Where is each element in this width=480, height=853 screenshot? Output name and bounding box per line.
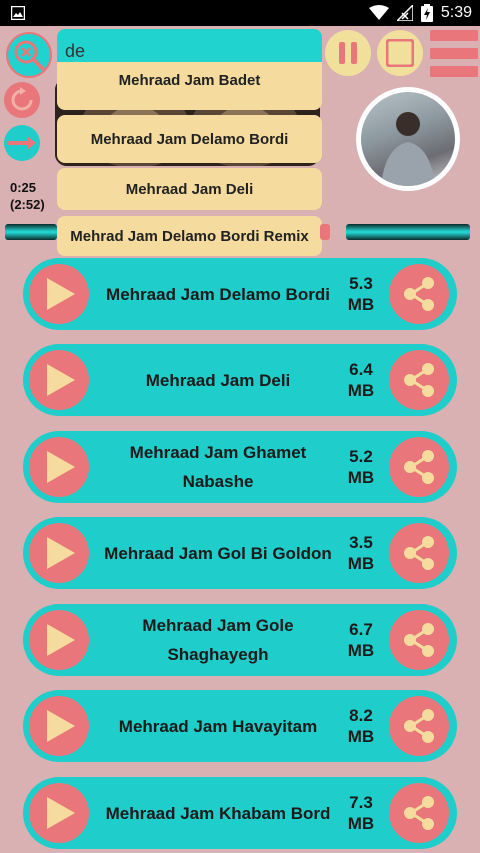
pause-button[interactable] bbox=[325, 30, 371, 76]
suggestion-label: Mehraad Jam Delamo Bordi bbox=[90, 130, 289, 148]
song-title: Mehraad Jam Gol Bi Goldon bbox=[104, 543, 332, 563]
suggestion-item[interactable]: Mehraad Jam Delamo Bordi bbox=[57, 115, 322, 163]
play-icon bbox=[47, 451, 75, 483]
song-row[interactable]: Mehraad Jam Deli 6.4 MB bbox=[23, 344, 457, 416]
seek-bar-segment[interactable] bbox=[346, 224, 470, 240]
play-icon bbox=[47, 710, 75, 742]
suggestion-label: Mehrad Jam Delamo Bordi Remix bbox=[70, 227, 309, 245]
clear-search-button[interactable] bbox=[6, 32, 52, 78]
suggestion-item[interactable]: Mehrad Jam Delamo Bordi Remix bbox=[57, 216, 322, 256]
seek-bar[interactable] bbox=[5, 224, 57, 240]
share-button[interactable] bbox=[389, 523, 449, 583]
shuffle-button[interactable] bbox=[4, 125, 40, 161]
play-button[interactable] bbox=[29, 350, 89, 410]
artist-avatar bbox=[356, 87, 460, 191]
current-time: 0:25 bbox=[10, 180, 37, 195]
share-button[interactable] bbox=[389, 610, 449, 670]
total-time: (2:52) bbox=[10, 197, 45, 212]
song-row[interactable]: Mehraad Jam Delamo Bordi 5.3 MB bbox=[23, 258, 457, 330]
play-button[interactable] bbox=[29, 437, 89, 497]
share-button[interactable] bbox=[389, 264, 449, 324]
song-row[interactable]: Mehraad Jam Gol Bi Goldon 3.5 MB bbox=[23, 517, 457, 589]
share-button[interactable] bbox=[389, 783, 449, 843]
play-icon bbox=[47, 278, 75, 310]
share-icon bbox=[404, 709, 434, 743]
signal-icon bbox=[396, 5, 413, 21]
status-bar: 5:39 bbox=[0, 0, 480, 26]
song-size: 6.4 MB bbox=[347, 360, 375, 400]
song-title: Mehraad Jam Deli bbox=[145, 370, 291, 390]
suggestion-item[interactable]: Mehraad Jam Badet bbox=[57, 62, 322, 110]
share-icon bbox=[404, 363, 434, 397]
shuffle-icon bbox=[7, 136, 36, 150]
play-button[interactable] bbox=[29, 610, 89, 670]
play-icon bbox=[47, 624, 75, 656]
repeat-button[interactable] bbox=[4, 82, 40, 118]
song-size: 5.2 MB bbox=[347, 447, 375, 487]
song-size: 7.3 MB bbox=[347, 793, 375, 833]
share-icon bbox=[404, 277, 434, 311]
share-icon bbox=[404, 536, 434, 570]
song-size: 5.3 MB bbox=[347, 274, 375, 314]
share-icon bbox=[404, 796, 434, 830]
song-row[interactable]: Mehraad Jam Gole Shaghayegh 6.7 MB bbox=[23, 604, 457, 676]
stop-icon bbox=[386, 39, 414, 67]
song-title: Mehraad Jam Havayitam bbox=[118, 716, 318, 736]
song-title: Mehraad Jam Gole Shaghayegh bbox=[142, 616, 294, 664]
song-row[interactable]: Mehraad Jam Khabam Bord 7.3 MB bbox=[23, 777, 457, 849]
share-icon bbox=[404, 623, 434, 657]
play-icon bbox=[47, 537, 75, 569]
repeat-icon bbox=[11, 87, 33, 111]
song-title: Mehraad Jam Ghamet Nabashe bbox=[129, 443, 307, 491]
song-size: 3.5 MB bbox=[347, 533, 375, 573]
share-button[interactable] bbox=[389, 437, 449, 497]
play-button[interactable] bbox=[29, 264, 89, 324]
stop-button[interactable] bbox=[377, 30, 423, 76]
suggestion-label: Mehraad Jam Badet bbox=[118, 72, 261, 89]
seek-bar-segment[interactable] bbox=[320, 224, 330, 240]
share-icon bbox=[404, 450, 434, 484]
play-button[interactable] bbox=[29, 783, 89, 843]
play-icon bbox=[47, 797, 75, 829]
suggestion-label: Mehraad Jam Deli bbox=[125, 180, 254, 198]
battery-charging-icon bbox=[420, 4, 433, 22]
suggestion-item[interactable]: Mehraad Jam Deli bbox=[57, 168, 322, 210]
share-button[interactable] bbox=[389, 350, 449, 410]
song-title: Mehraad Jam Khabam Bord bbox=[105, 803, 331, 823]
song-title: Mehraad Jam Delamo Bordi bbox=[106, 284, 330, 304]
song-size: 6.7 MB bbox=[347, 620, 375, 660]
wifi-icon bbox=[368, 5, 389, 20]
song-row[interactable]: Mehraad Jam Ghamet Nabashe 5.2 MB bbox=[23, 431, 457, 503]
play-button[interactable] bbox=[29, 523, 89, 583]
share-button[interactable] bbox=[389, 696, 449, 756]
play-button[interactable] bbox=[29, 696, 89, 756]
pause-icon bbox=[339, 42, 357, 64]
song-row[interactable]: Mehraad Jam Havayitam 8.2 MB bbox=[23, 690, 457, 762]
play-icon bbox=[47, 364, 75, 396]
menu-icon[interactable] bbox=[430, 30, 478, 78]
image-icon bbox=[11, 6, 25, 20]
clear-search-icon bbox=[14, 40, 45, 71]
status-time: 5:39 bbox=[440, 4, 472, 21]
song-size: 8.2 MB bbox=[347, 706, 375, 746]
